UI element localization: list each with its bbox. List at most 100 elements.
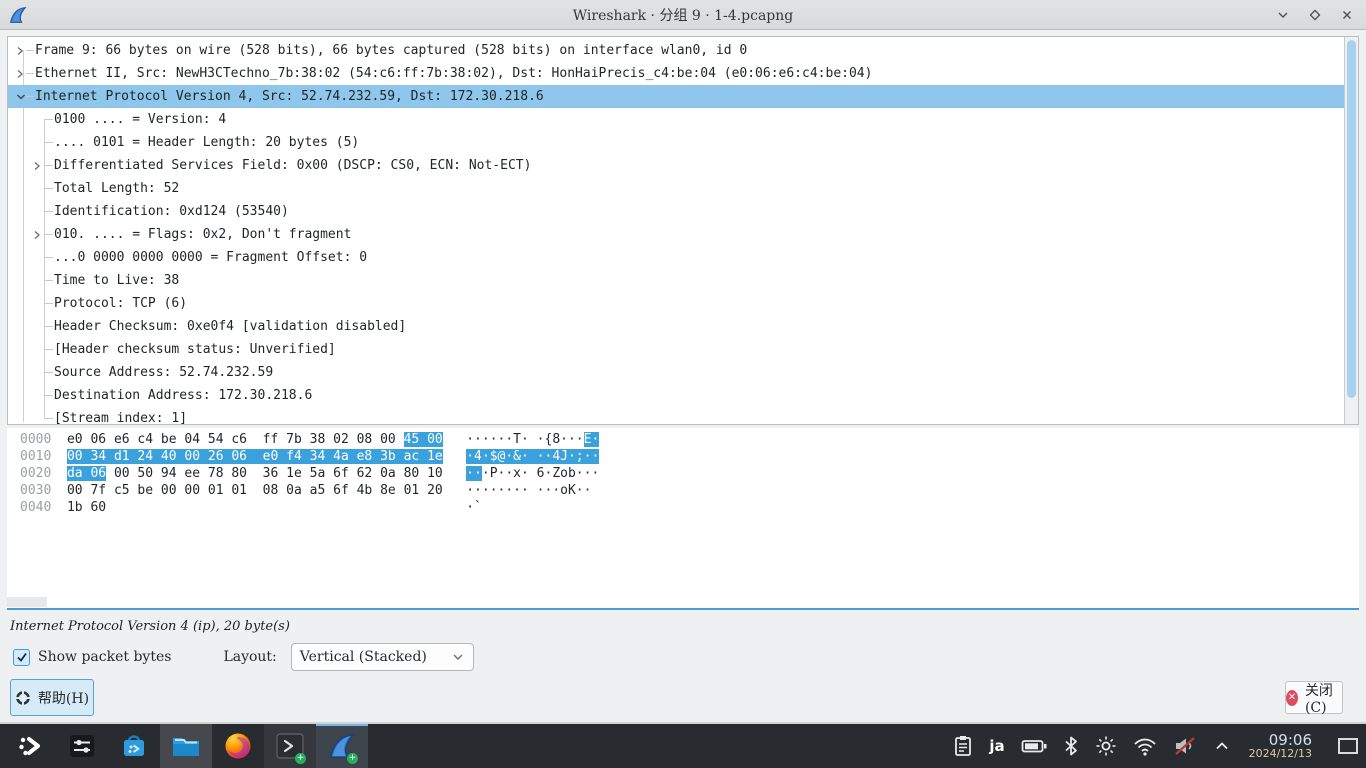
packet-tree-row[interactable]: Internet Protocol Version 4, Src: 52.74.…	[8, 85, 1344, 108]
packet-tree-row[interactable]: Total Length: 52	[8, 177, 1344, 200]
hex-byte: 20	[427, 483, 443, 498]
hex-byte: c4	[137, 432, 153, 447]
hex-byte: 01	[231, 483, 247, 498]
hex-byte: 94	[161, 466, 177, 481]
hex-byte: 00	[161, 483, 177, 498]
gap	[247, 483, 263, 498]
titlebar[interactable]: Wireshark · 分组 9 · 1-4.pcapng	[0, 0, 1366, 30]
bluetooth-icon[interactable]	[1063, 735, 1079, 757]
packet-tree-row[interactable]: .... 0101 = Header Length: 20 bytes (5)	[8, 131, 1344, 154]
expand-arrow-icon[interactable]	[32, 226, 44, 243]
minimize-icon[interactable]	[1274, 6, 1292, 24]
packet-tree-row[interactable]: Source Address: 52.74.232.59	[8, 361, 1344, 384]
selected-field-status: Internet Protocol Version 4 (ip), 20 byt…	[10, 619, 290, 634]
packet-tree-row[interactable]: Identification: 0xd124 (53540)	[8, 200, 1344, 223]
expand-arrow-icon[interactable]	[32, 157, 44, 174]
ascii-char: ·	[576, 466, 584, 481]
wifi-icon[interactable]	[1133, 736, 1157, 756]
gap	[153, 483, 161, 498]
tree-row-text: ...0 0000 0000 0000 = Fragment Offset: 0	[54, 250, 367, 265]
packet-tree-row[interactable]: Time to Live: 38	[8, 269, 1344, 292]
taskbar-discover[interactable]	[108, 724, 160, 768]
gap	[349, 483, 357, 498]
ascii-char: ·	[466, 483, 474, 498]
expand-tray-icon[interactable]	[1213, 737, 1231, 755]
hex-row[interactable]: 0020 da 06 00 50 94 ee 78 80 36 1e 5a 6f…	[20, 465, 1359, 482]
show-packet-bytes-checkbox[interactable]	[13, 649, 30, 666]
ascii-char: ·	[591, 466, 599, 481]
packet-tree-row[interactable]: Frame 9: 66 bytes on wire (528 bits), 66…	[8, 39, 1344, 62]
taskbar-app-launcher[interactable]	[4, 724, 56, 768]
clock[interactable]: 09:06 2024/12/13	[1249, 732, 1312, 761]
hex-row[interactable]: 0000 e0 06 e6 c4 be 04 54 c6 ff 7b 38 02…	[20, 431, 1359, 448]
tree-scrollbar[interactable]	[1344, 37, 1358, 424]
close-dialog-button[interactable]: ✕ 关闭(C)	[1285, 681, 1343, 714]
taskbar-wireshark-active[interactable]: +	[316, 724, 368, 768]
hex-byte: a5	[310, 483, 326, 498]
ascii-char: ·	[466, 466, 474, 481]
battery-icon[interactable]	[1021, 736, 1047, 756]
packet-tree-row[interactable]: 010. .... = Flags: 0x2, Don't fragment	[8, 223, 1344, 246]
taskbar-system-settings[interactable]	[56, 724, 108, 768]
packet-tree-row[interactable]: Header Checksum: 0xe0f4 [validation disa…	[8, 315, 1344, 338]
taskbar-terminal[interactable]: +	[264, 724, 316, 768]
tree-scrollbar-thumb[interactable]	[1347, 40, 1356, 398]
packet-bytes-pane: 0000 e0 06 e6 c4 be 04 54 c6 ff 7b 38 02…	[7, 428, 1359, 610]
hex-byte: f4	[286, 449, 302, 464]
gap	[372, 483, 380, 498]
packet-tree-row[interactable]: [Stream index: 1]	[8, 407, 1344, 425]
hex-byte: 26	[208, 449, 224, 464]
packet-tree-row[interactable]: 0100 .... = Version: 4	[8, 108, 1344, 131]
ascii-char: 4	[474, 449, 482, 464]
gap	[443, 466, 466, 481]
ascii-char: ·	[576, 432, 584, 447]
packet-tree-row[interactable]: Ethernet II, Src: NewH3CTechno_7b:38:02 …	[8, 62, 1344, 85]
folder-icon	[170, 731, 202, 761]
close-icon[interactable]	[1338, 6, 1356, 24]
hex-row[interactable]: 0040 1b 60 ·`	[20, 499, 1359, 516]
hex-scrollbar-thumb[interactable]	[7, 597, 47, 607]
ascii-char: ·	[513, 483, 521, 498]
clipboard-icon[interactable]	[953, 735, 973, 757]
hex-byte: 36	[263, 466, 279, 481]
gap	[278, 432, 286, 447]
gap	[51, 449, 67, 464]
taskbar-firefox[interactable]	[212, 724, 264, 768]
hex-row[interactable]: 0010 00 34 d1 24 40 00 26 06 e0 f4 34 4a…	[20, 448, 1359, 465]
tree-branch-line	[45, 165, 53, 166]
layout-select[interactable]: Vertical (Stacked)	[291, 643, 474, 671]
input-method-indicator[interactable]: ja	[989, 737, 1004, 755]
tree-branch-line	[45, 142, 53, 143]
gap	[349, 432, 357, 447]
hex-byte: 1b	[67, 500, 83, 515]
hex-byte: 40	[161, 449, 177, 464]
hex-byte: ff	[263, 432, 279, 447]
hex-row[interactable]: 0030 00 7f c5 be 00 00 01 01 08 0a a5 6f…	[20, 482, 1359, 499]
ascii-char: `	[474, 500, 482, 515]
maximize-icon[interactable]	[1306, 6, 1324, 24]
help-button[interactable]: 帮助(H)	[10, 679, 94, 716]
discover-icon	[119, 731, 149, 761]
packet-tree-row[interactable]: Differentiated Services Field: 0x00 (DSC…	[8, 154, 1344, 177]
hex-byte: 80	[404, 466, 420, 481]
brightness-icon[interactable]	[1095, 735, 1117, 757]
packet-tree-row[interactable]: Destination Address: 172.30.218.6	[8, 384, 1344, 407]
gap	[419, 432, 427, 447]
taskbar-file-manager[interactable]	[160, 724, 212, 768]
packet-tree-row[interactable]: Protocol: TCP (6)	[8, 292, 1344, 315]
ascii-char: ·	[482, 483, 490, 498]
ascii-char: ;	[576, 449, 584, 464]
packet-tree-row[interactable]: [Header checksum status: Unverified]	[8, 338, 1344, 361]
packet-tree-row[interactable]: ...0 0000 0000 0000 = Fragment Offset: 0	[8, 246, 1344, 269]
gap	[200, 449, 208, 464]
hex-byte: 4a	[333, 449, 349, 464]
tree-branch-line	[45, 119, 53, 120]
gap	[372, 466, 380, 481]
volume-muted-icon[interactable]	[1173, 735, 1197, 757]
gap	[349, 449, 357, 464]
ascii-char: &	[513, 449, 521, 464]
ascii-char: ·	[521, 466, 529, 481]
show-desktop-button[interactable]	[1338, 738, 1358, 754]
ascii-char: ·	[552, 483, 560, 498]
tree-branch-line	[45, 303, 53, 304]
